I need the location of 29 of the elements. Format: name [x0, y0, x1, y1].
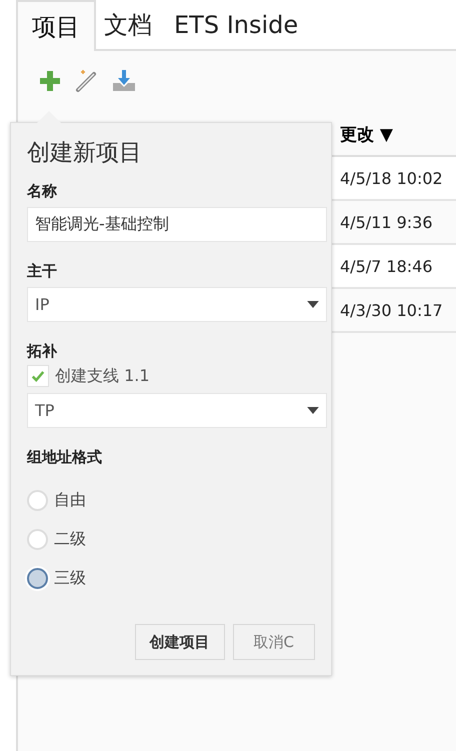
radio-label: 三级 — [54, 568, 86, 589]
table-cell: 4/5/18 10:02 — [340, 168, 443, 188]
checkbox[interactable] — [27, 365, 49, 387]
field-label: 拓补 — [27, 342, 58, 361]
column-header[interactable]: 更改 ▼ — [340, 122, 393, 146]
add-icon[interactable] — [38, 69, 62, 93]
backbone-dropdown[interactable]: IP — [27, 287, 327, 322]
name-field[interactable]: 智能调光-基础控制 — [27, 207, 327, 242]
sort-indicator: ▼ — [380, 124, 393, 144]
field-label: 主干 — [27, 262, 58, 281]
topology-dropdown[interactable]: TP — [27, 393, 327, 428]
table-cell: 4/5/11 9:36 — [340, 212, 433, 232]
wand-icon[interactable] — [75, 69, 99, 93]
dialog-button[interactable]: 取消C — [232, 624, 315, 660]
caret-icon — [307, 301, 319, 308]
popup-title: 创建新项目 — [27, 139, 143, 168]
checkbox-label: 创建支线 1.1 — [55, 366, 150, 386]
dialog-button[interactable]: 创建项目 — [134, 624, 225, 660]
tab[interactable]: 项目 — [16, 0, 96, 51]
import-icon[interactable] — [112, 69, 136, 93]
table-cell: 4/3/30 10:17 — [340, 300, 443, 320]
caret-icon — [307, 407, 319, 414]
radio-label: 自由 — [54, 490, 86, 511]
radio-button[interactable] — [27, 568, 48, 589]
field-label: 名称 — [27, 182, 58, 201]
radio-label: 二级 — [54, 529, 86, 550]
check-icon — [31, 369, 45, 383]
field-label: 组地址格式 — [27, 448, 103, 467]
table-cell: 4/5/7 18:46 — [340, 256, 433, 276]
